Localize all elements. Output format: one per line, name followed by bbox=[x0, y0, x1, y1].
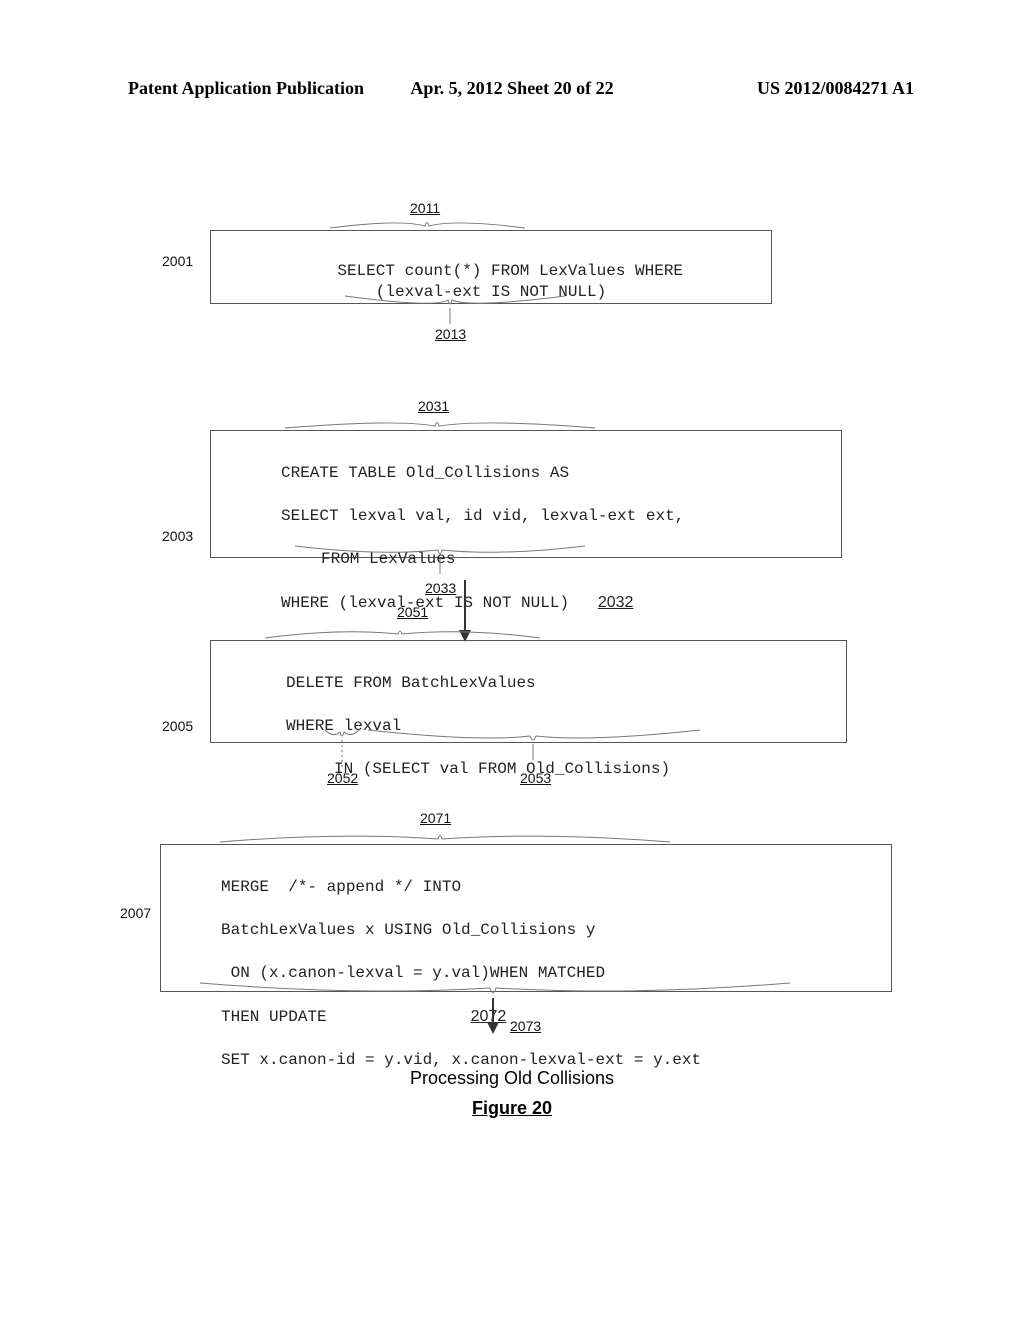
page-root: Patent Application Publication Apr. 5, 2… bbox=[0, 0, 1024, 1320]
ref-2072: 2072 bbox=[471, 1008, 507, 1025]
code-box-2007: MERGE /*- append */ INTO BatchLexValues … bbox=[160, 844, 892, 992]
ref-2031: 2031 bbox=[418, 398, 449, 414]
box4-line1: MERGE /*- append */ INTO bbox=[221, 878, 461, 896]
box2-line1: CREATE TABLE Old_Collisions AS bbox=[281, 464, 569, 482]
code-box-2005: DELETE FROM BatchLexValues WHERE lexval … bbox=[210, 640, 847, 743]
box4-line5: SET x.canon-id = y.vid, x.canon-lexval-e… bbox=[221, 1051, 701, 1069]
box3-line1: DELETE FROM BatchLexValues bbox=[286, 674, 536, 692]
ref-2013: 2013 bbox=[435, 326, 466, 342]
label-2003: 2003 bbox=[162, 528, 193, 544]
box1-code: SELECT count(*) FROM LexValues WHERE (le… bbox=[337, 262, 683, 302]
ref-2073: 2073 bbox=[510, 1018, 541, 1034]
box4-line4: THEN UPDATE bbox=[221, 1008, 327, 1026]
box2-line3: FROM LexValues bbox=[281, 550, 455, 568]
ref-2053: 2053 bbox=[520, 770, 551, 786]
box2-line2: SELECT lexval val, id vid, lexval-ext ex… bbox=[281, 507, 684, 525]
header-right: US 2012/0084271 A1 bbox=[757, 78, 914, 99]
ref-2032: 2032 bbox=[598, 594, 634, 611]
code-box-2003: CREATE TABLE Old_Collisions AS SELECT le… bbox=[210, 430, 842, 558]
box3-line2: WHERE lexval bbox=[286, 717, 401, 735]
page-header: Patent Application Publication Apr. 5, 2… bbox=[0, 78, 1024, 108]
ref-2052: 2052 bbox=[327, 770, 358, 786]
label-2007: 2007 bbox=[120, 905, 151, 921]
label-2001: 2001 bbox=[162, 253, 193, 269]
code-box-2001: SELECT count(*) FROM LexValues WHERE (le… bbox=[210, 230, 772, 304]
box4-line3: ON (x.canon-lexval = y.val)WHEN MATCHED bbox=[221, 964, 605, 982]
figure-caption: Processing Old Collisions bbox=[0, 1068, 1024, 1089]
ref-2033: 2033 bbox=[425, 580, 456, 596]
ref-2051: 2051 bbox=[397, 604, 428, 620]
label-2005: 2005 bbox=[162, 718, 193, 734]
ref-2011: 2011 bbox=[410, 200, 440, 216]
ref-2071: 2071 bbox=[420, 810, 451, 826]
figure-title: Figure 20 bbox=[0, 1098, 1024, 1119]
box4-line2: BatchLexValues x USING Old_Collisions y bbox=[221, 921, 595, 939]
